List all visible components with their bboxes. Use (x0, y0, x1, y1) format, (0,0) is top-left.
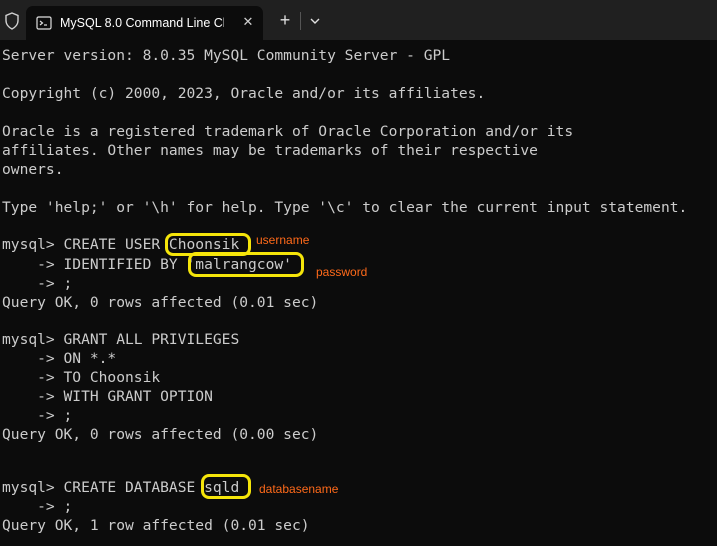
tab-title: MySQL 8.0 Command Line Client (60, 16, 224, 30)
close-icon[interactable]: ✕ (238, 12, 258, 32)
command-line: mysql> GRANT ALL PRIVILEGES (2, 331, 240, 348)
command-line: -> ; (2, 407, 73, 424)
tab-divider (300, 12, 301, 30)
command-line: -> ; (2, 275, 73, 292)
trademark-line: owners. (2, 161, 64, 178)
terminal-output[interactable]: Server version: 8.0.35 MySQL Community S… (0, 40, 717, 546)
server-version-line: Server version: 8.0.35 MySQL Community S… (2, 47, 451, 64)
chevron-down-icon[interactable] (306, 12, 324, 30)
password-annotation: password (316, 265, 368, 279)
query-result-line: Query OK, 1 row affected (0.01 sec) (2, 517, 310, 534)
copyright-line: Copyright (c) 2000, 2023, Oracle and/or … (2, 85, 486, 102)
username-annotation: username (256, 233, 310, 247)
title-bar: MySQL 8.0 Command Line Client ✕ + (0, 0, 717, 40)
databasename-highlight (201, 474, 251, 499)
new-tab-button[interactable]: + (274, 9, 296, 31)
query-result-line: Query OK, 0 rows affected (0.00 sec) (2, 426, 319, 443)
trademark-line: Oracle is a registered trademark of Orac… (2, 123, 574, 140)
query-result-line: Query OK, 0 rows affected (0.01 sec) (2, 294, 319, 311)
shield-icon (4, 12, 20, 30)
help-line: Type 'help;' or '\h' for help. Type '\c'… (2, 199, 688, 216)
command-line: -> ON *.* (2, 350, 117, 367)
trademark-line: affiliates. Other names may be trademark… (2, 142, 538, 159)
tab-mysql-client[interactable]: MySQL 8.0 Command Line Client ✕ (26, 6, 263, 40)
command-line: -> TO Choonsik (2, 369, 161, 386)
command-line: -> WITH GRANT OPTION (2, 388, 213, 405)
command-line: -> ; (2, 498, 73, 515)
password-highlight (188, 252, 304, 277)
databasename-annotation: databasename (259, 482, 339, 496)
terminal-icon (36, 15, 52, 31)
